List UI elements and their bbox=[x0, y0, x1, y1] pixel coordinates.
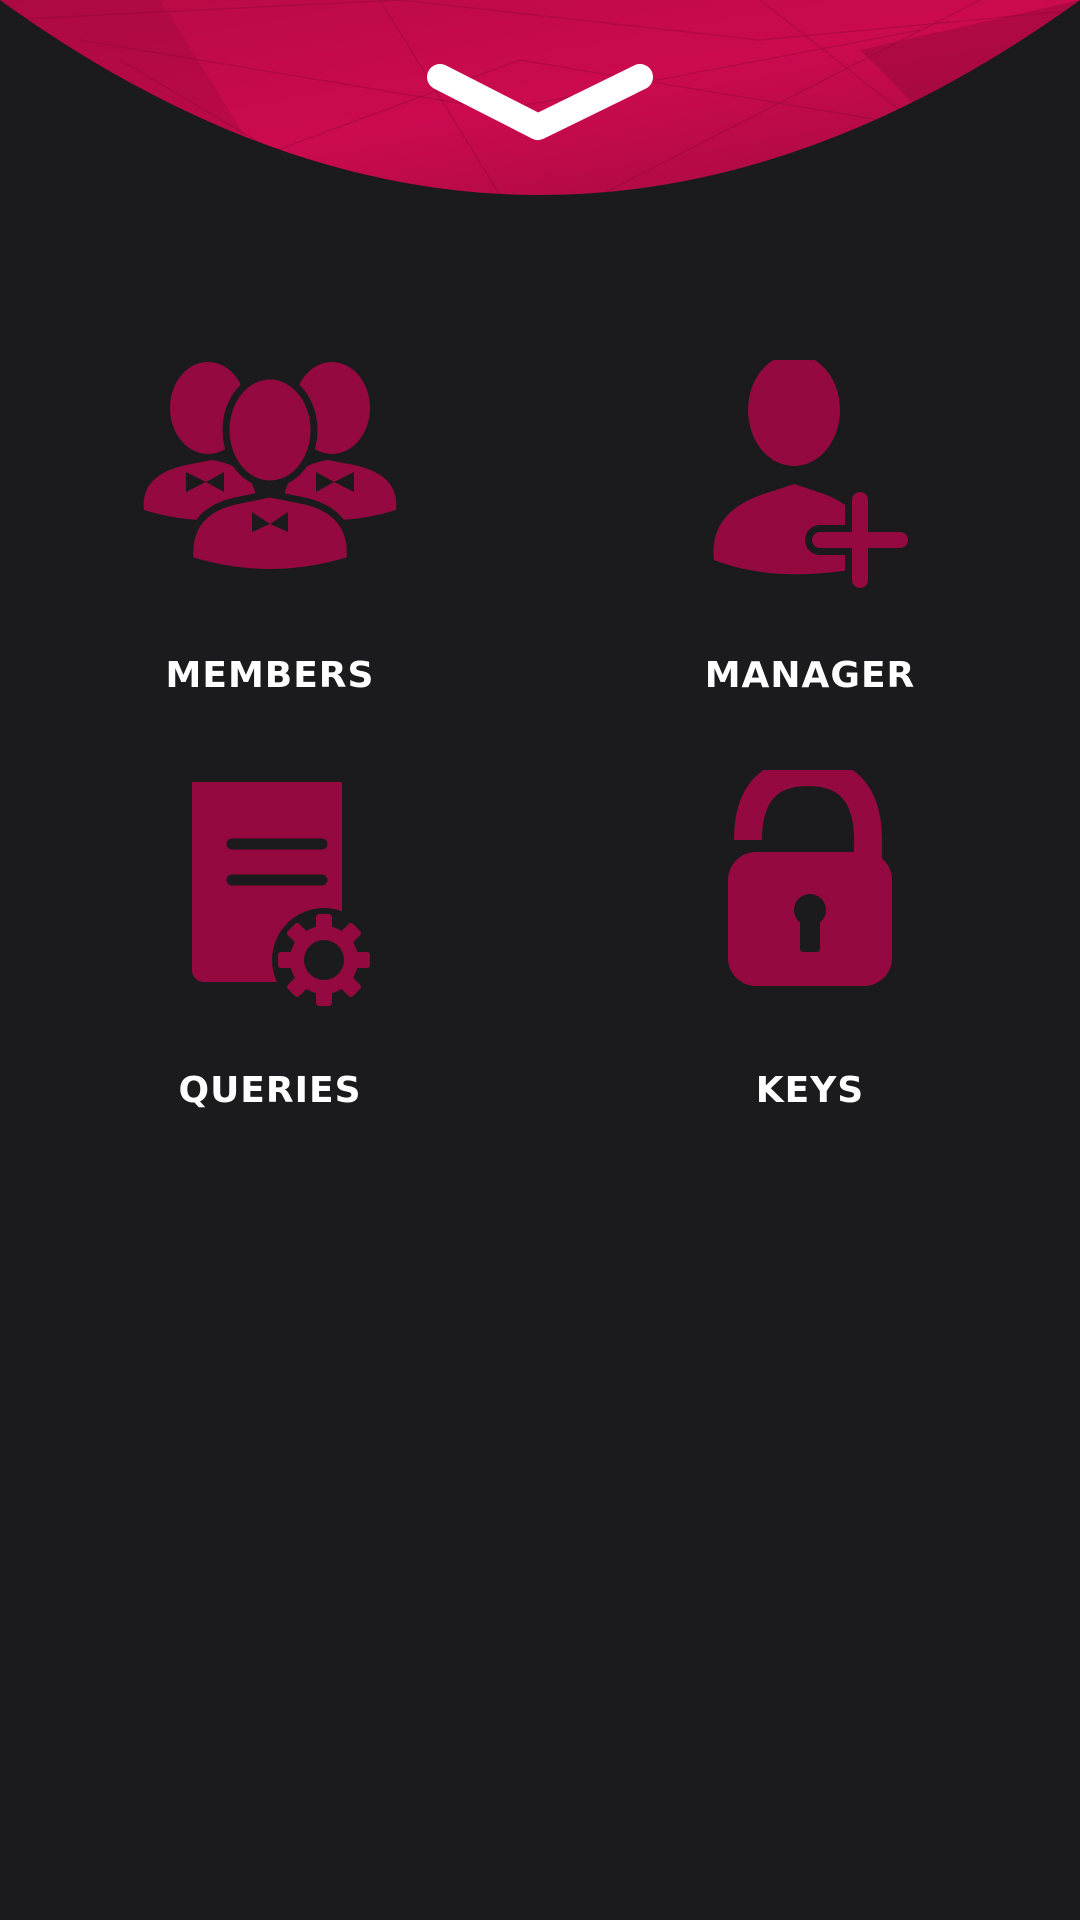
unlocked-padlock-icon bbox=[728, 770, 892, 986]
document-gear-icon bbox=[192, 782, 370, 1010]
chevron-down-icon bbox=[427, 64, 653, 140]
tile-label-members: MEMBERS bbox=[165, 655, 375, 696]
tile-label-keys: KEYS bbox=[755, 1070, 865, 1111]
tile-members[interactable]: MEMBERS bbox=[60, 360, 480, 740]
collapse-button[interactable] bbox=[410, 52, 670, 142]
add-user-icon bbox=[713, 360, 915, 595]
tile-label-queries: QUERIES bbox=[178, 1070, 362, 1111]
users-group-icon bbox=[143, 362, 397, 576]
tile-label-manager: MANAGER bbox=[704, 655, 916, 696]
tile-queries[interactable]: QUERIES bbox=[60, 770, 480, 1150]
tile-keys[interactable]: KEYS bbox=[600, 770, 1020, 1150]
tile-manager[interactable]: MANAGER bbox=[600, 360, 1020, 740]
